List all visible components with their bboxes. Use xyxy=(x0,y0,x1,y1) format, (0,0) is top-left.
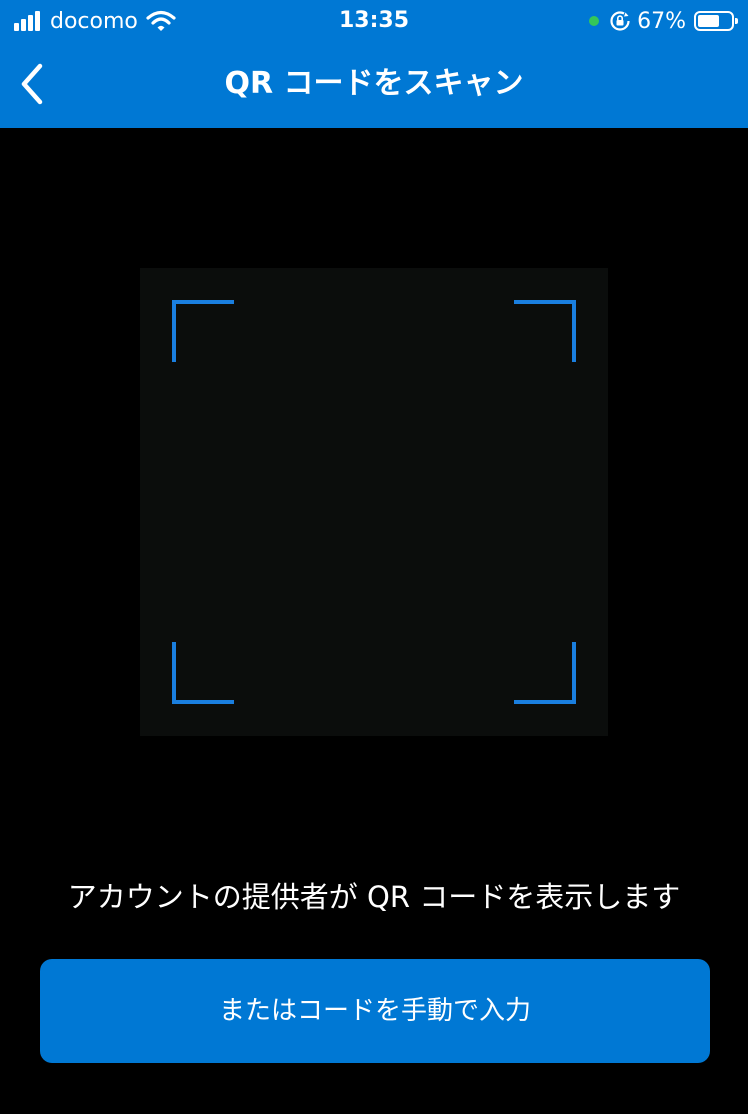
back-button[interactable] xyxy=(6,56,58,112)
nav-bar: QR コードをスキャン xyxy=(0,42,748,128)
manual-entry-button[interactable]: またはコードを手動で入力 xyxy=(40,959,710,1063)
header: docomo 13:35 67% QR コードをスキャン xyxy=(0,0,748,128)
scan-frame-corner-bottom-right xyxy=(514,642,576,704)
battery-icon xyxy=(694,11,738,31)
status-right: 67% xyxy=(589,6,738,36)
scan-frame-corner-top-left xyxy=(172,300,234,362)
scan-frame-corner-top-right xyxy=(514,300,576,362)
rotation-lock-icon xyxy=(610,11,630,31)
status-bar: docomo 13:35 67% xyxy=(0,0,748,42)
battery-tip xyxy=(735,18,738,24)
qr-scan-screen: docomo 13:35 67% QR コードをスキャン アカウントの提供者が … xyxy=(0,0,748,1114)
scan-hint-text: アカウントの提供者が QR コードを表示します xyxy=(67,880,681,914)
battery-percent: 67% xyxy=(637,8,686,34)
chevron-left-icon xyxy=(21,63,43,105)
green-dot-indicator xyxy=(589,16,600,26)
scan-frame-corner-bottom-left xyxy=(172,642,234,704)
page-title: QR コードをスキャン xyxy=(224,66,524,101)
battery-fill xyxy=(698,15,719,27)
camera-viewfinder xyxy=(140,268,608,736)
